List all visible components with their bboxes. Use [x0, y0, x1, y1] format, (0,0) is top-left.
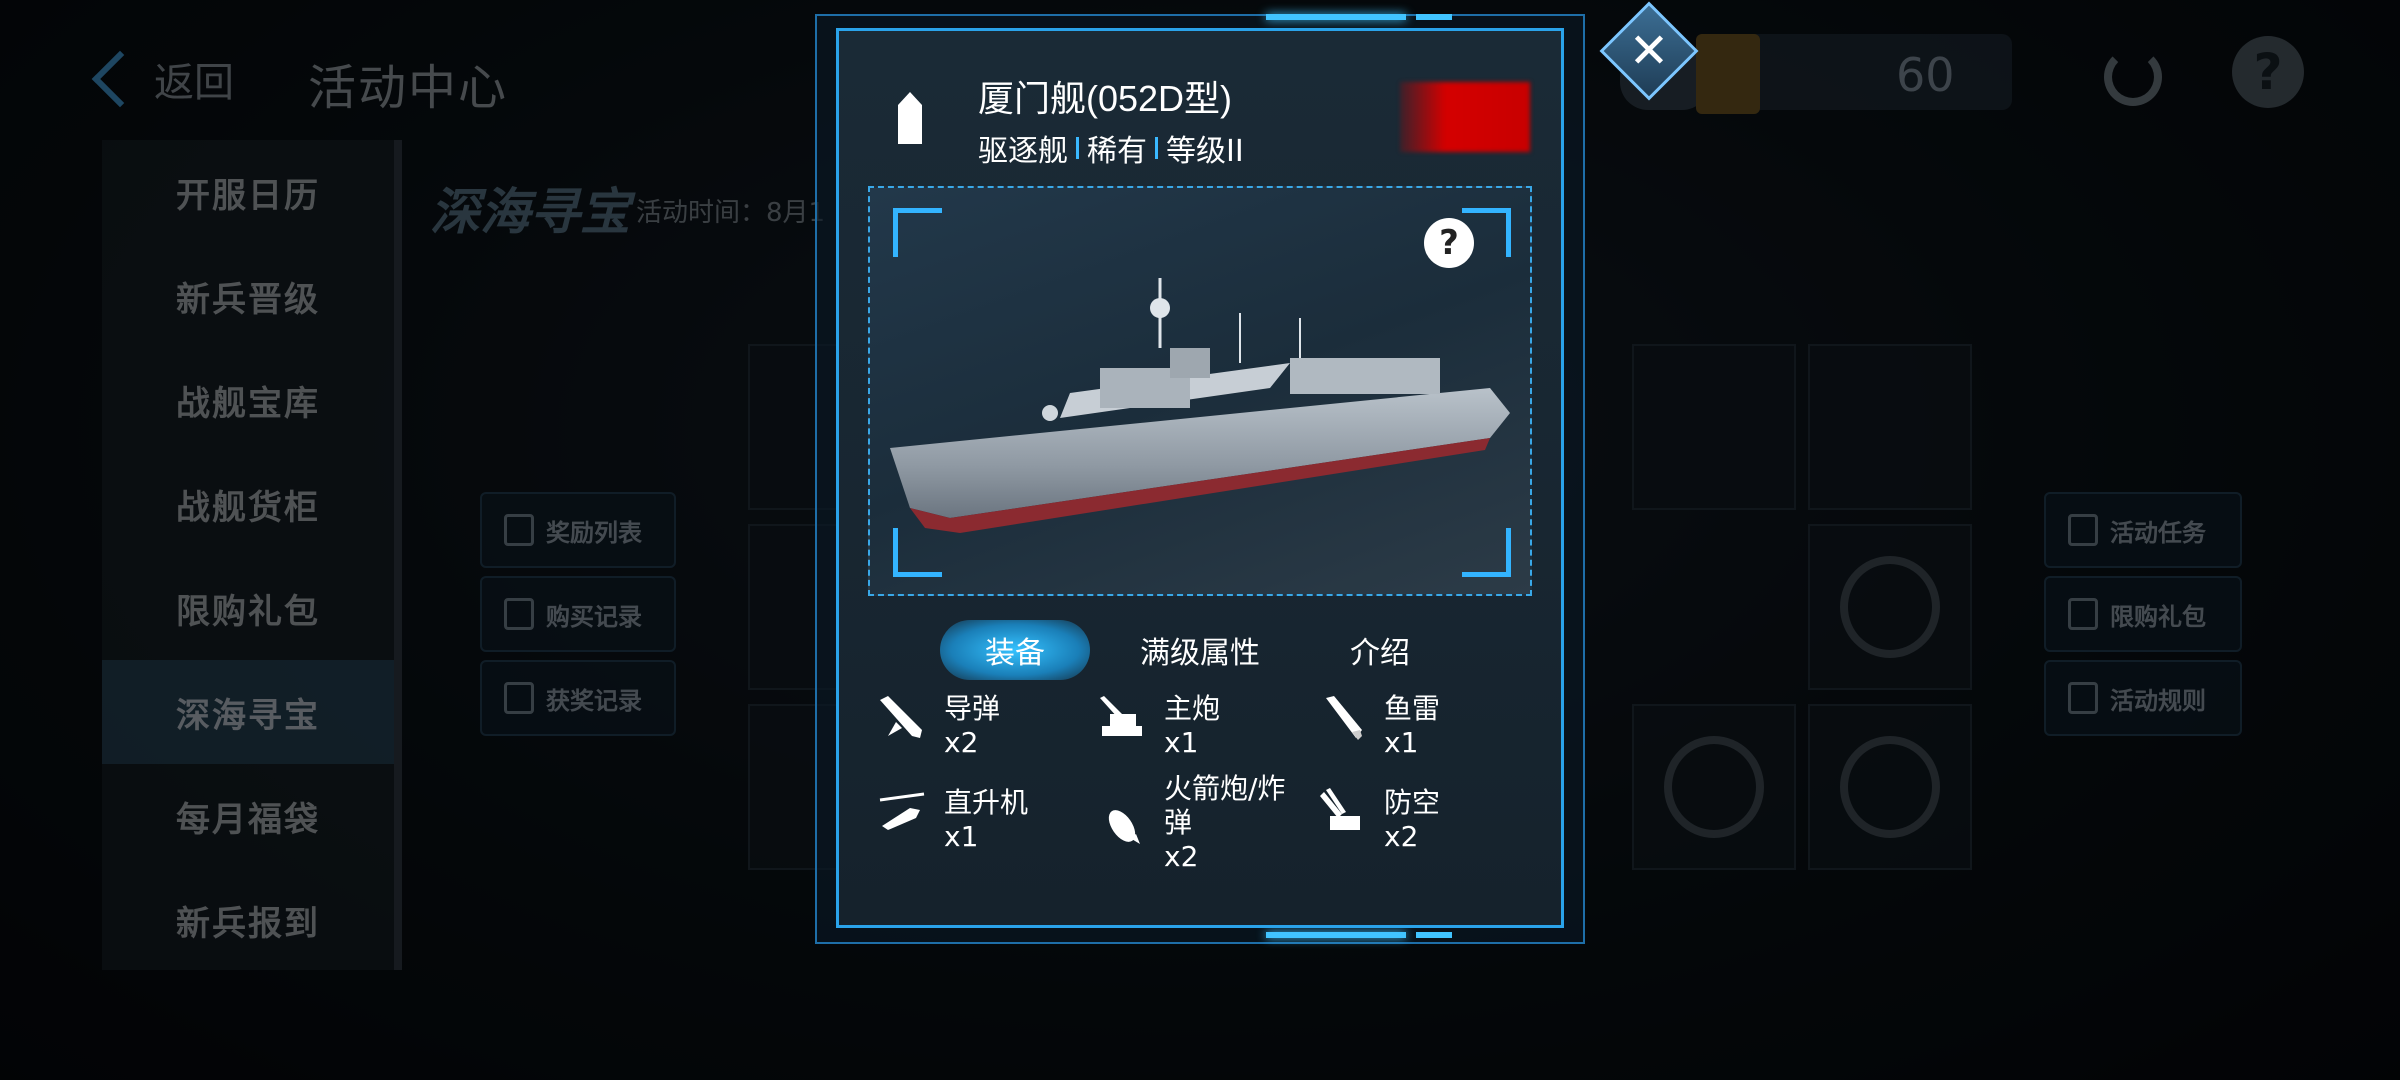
gift-icon: [2068, 598, 2098, 630]
reward-list-button[interactable]: 奖励列表: [480, 492, 676, 568]
nation-flag: [1400, 82, 1530, 152]
purchase-history-label: 购买记录: [546, 602, 642, 631]
ship-detail-tabs: 装备 满级属性 介绍: [940, 620, 1560, 680]
frame-glow: [1416, 932, 1452, 938]
preview-corner: [893, 208, 942, 257]
ship-class: 驱逐舰: [978, 134, 1068, 169]
reward-list-label: 奖励列表: [546, 518, 642, 547]
back-arrow-icon: [91, 50, 149, 108]
separator: [1155, 137, 1158, 159]
close-icon[interactable]: ✕: [1614, 16, 1684, 86]
equipment-item: 火箭炮/炸弹 x2: [1096, 772, 1304, 874]
equipment-count: x2: [944, 726, 979, 759]
torpedo-icon: [1326, 696, 1362, 740]
ship-subtitle: 驱逐舰 稀有 等级II: [978, 126, 1244, 170]
activity-rules-button[interactable]: 活动规则: [2044, 660, 2242, 736]
equipment-item: 防空 x2: [1316, 786, 1440, 854]
treasure-cell[interactable]: [1808, 344, 1972, 510]
win-history-icon: [504, 682, 534, 714]
treasure-cell[interactable]: [1632, 344, 1796, 510]
equipment-item: 导弹 x2: [876, 692, 1000, 760]
equipment-item: 主炮 x1: [1096, 692, 1220, 760]
page-title: 活动中心: [308, 60, 509, 116]
ship-help-icon[interactable]: ?: [1424, 218, 1474, 268]
rules-icon: [2068, 682, 2098, 714]
sidebar-item-recruit-checkin[interactable]: 新兵报到: [102, 868, 394, 972]
win-history-label: 获奖记录: [546, 686, 642, 715]
ship-level: 等级II: [1166, 134, 1244, 169]
treasure-cell[interactable]: [1808, 704, 1972, 870]
preview-corner: [1462, 528, 1511, 577]
treasure-cell[interactable]: [1808, 524, 1972, 690]
tab-introduction[interactable]: 介绍: [1320, 620, 1440, 680]
activity-tasks-label: 活动任务: [2110, 518, 2206, 547]
resource-count: 60: [1896, 48, 1955, 102]
sidebar-item-calendar[interactable]: 开服日历: [102, 140, 394, 244]
anti-air-icon: [1320, 788, 1360, 830]
back-label: 返回: [154, 60, 234, 106]
sidebar: 开服日历 新兵晋级 战舰宝库 战舰货柜 限购礼包 深海寻宝 每月福袋 新兵报到: [102, 140, 402, 970]
sidebar-item-recruit-promotion[interactable]: 新兵晋级: [102, 244, 394, 348]
sidebar-item-deep-sea-treasure[interactable]: 深海寻宝: [102, 660, 394, 764]
equipment-name: 火箭炮/炸弹: [1164, 772, 1286, 839]
frame-glow: [1266, 932, 1406, 938]
activity-rules-label: 活动规则: [2110, 686, 2206, 715]
helicopter-icon: [879, 792, 925, 830]
purchase-history-button[interactable]: 购买记录: [480, 576, 676, 652]
frame-glow: [1416, 14, 1452, 20]
tab-max-level-stats[interactable]: 满级属性: [1120, 620, 1280, 680]
separator: [1076, 137, 1079, 159]
equipment-item: 鱼雷 x1: [1316, 692, 1440, 760]
target-icon: [1840, 556, 1940, 658]
section-title: 深海寻宝: [430, 183, 630, 241]
sidebar-item-limited-pack[interactable]: 限购礼包: [102, 556, 394, 660]
reward-list-icon: [504, 514, 534, 546]
ship-name: 厦门舰(052D型): [978, 78, 1233, 119]
help-icon[interactable]: ?: [2232, 36, 2304, 108]
ship-rarity: 稀有: [1087, 134, 1147, 169]
frame-glow: [1266, 14, 1406, 20]
equipment-count: x2: [1164, 840, 1199, 873]
missile-icon: [880, 696, 922, 738]
equipment-name: 防空: [1384, 786, 1441, 819]
target-icon: [1664, 736, 1764, 838]
equipment-count: x2: [1384, 820, 1419, 853]
rocket-bomb-icon: [1108, 810, 1140, 844]
tab-equipment[interactable]: 装备: [940, 620, 1090, 680]
equipment-name: 导弹: [944, 692, 1001, 725]
equipment-name: 直升机: [944, 786, 1029, 819]
equipment-count: x1: [1164, 726, 1199, 759]
equipment-item: 直升机 x1: [876, 786, 1028, 854]
sidebar-item-warship-container[interactable]: 战舰货柜: [102, 452, 394, 556]
purchase-history-icon: [504, 598, 534, 630]
target-icon: [1840, 736, 1940, 838]
refresh-icon[interactable]: [2104, 48, 2162, 106]
sidebar-item-warship-vault[interactable]: 战舰宝库: [102, 348, 394, 452]
activity-time: 活动时间：8月1: [636, 198, 826, 228]
win-history-button[interactable]: 获奖记录: [480, 660, 676, 736]
preview-corner: [893, 528, 942, 577]
activity-tasks-icon: [2068, 514, 2098, 546]
activity-tasks-button[interactable]: 活动任务: [2044, 492, 2242, 568]
equipment-name: 主炮: [1164, 692, 1221, 725]
treasure-cell[interactable]: [1632, 704, 1796, 870]
equipment-count: x1: [944, 820, 979, 853]
equipment-count: x1: [1384, 726, 1419, 759]
back-button[interactable]: 返回: [91, 50, 234, 108]
limited-gift-button[interactable]: 限购礼包: [2044, 576, 2242, 652]
equipment-name: 鱼雷: [1384, 692, 1441, 725]
limited-gift-label: 限购礼包: [2110, 602, 2206, 631]
scroll-item-icon[interactable]: [1696, 34, 1760, 114]
main-gun-icon: [1100, 696, 1142, 736]
sidebar-item-monthly-bag[interactable]: 每月福袋: [102, 764, 394, 868]
